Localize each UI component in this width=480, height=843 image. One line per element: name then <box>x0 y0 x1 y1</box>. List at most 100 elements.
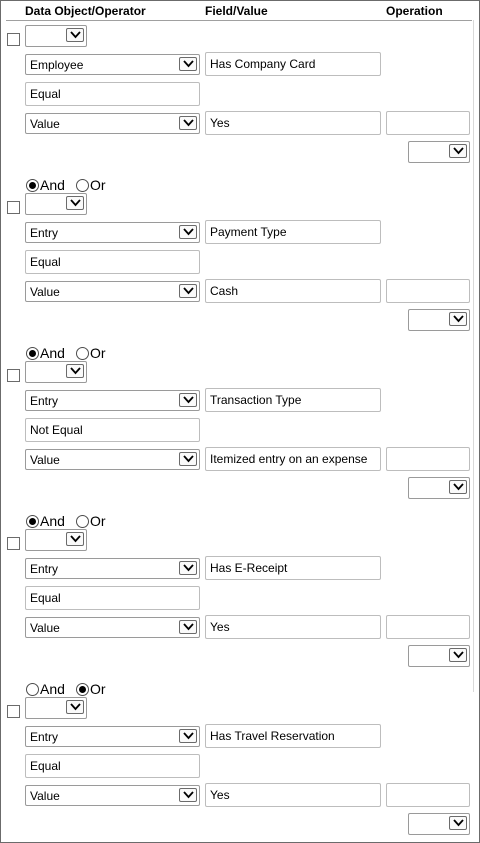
connector-or-label[interactable]: Or <box>90 681 106 697</box>
value-input[interactable]: Itemized entry on an expense <box>205 447 381 471</box>
header-divider <box>6 20 472 21</box>
row-select-checkbox[interactable] <box>7 201 20 214</box>
connector-and-label[interactable]: And <box>40 513 65 529</box>
operator-value: Equal <box>30 759 61 773</box>
chevron-down-icon[interactable] <box>449 144 467 158</box>
data-object-value: Entry <box>30 562 59 576</box>
data-object-dropdown[interactable]: Entry <box>25 558 200 579</box>
radio-selected-dot <box>29 350 36 357</box>
chevron-down-icon[interactable] <box>449 816 467 830</box>
value-type-dropdown[interactable]: Value <box>25 785 200 806</box>
group-dropdown[interactable] <box>25 193 87 215</box>
chevron-down-icon[interactable] <box>179 561 197 575</box>
value-type-dropdown[interactable]: Value <box>25 281 200 302</box>
operator-value: Not Equal <box>30 423 83 437</box>
chevron-down-icon[interactable] <box>179 284 197 298</box>
operation-dropdown[interactable] <box>408 645 470 667</box>
connector-and-radio[interactable] <box>26 683 39 696</box>
value-type-dropdown[interactable]: Value <box>25 449 200 470</box>
operator-field[interactable]: Not Equal <box>25 418 200 442</box>
value-input[interactable]: Yes <box>205 783 381 807</box>
operation-input[interactable] <box>386 615 470 639</box>
field-value: Payment Type <box>210 225 287 239</box>
data-object-dropdown[interactable]: Entry <box>25 726 200 747</box>
connector-or-label[interactable]: Or <box>90 513 106 529</box>
data-object-value: Entry <box>30 226 59 240</box>
operation-input[interactable] <box>386 447 470 471</box>
chevron-down-icon[interactable] <box>449 648 467 662</box>
operation-dropdown[interactable] <box>408 477 470 499</box>
value-input[interactable]: Yes <box>205 111 381 135</box>
field-value: Has E-Receipt <box>210 561 288 575</box>
chevron-down-icon[interactable] <box>179 788 197 802</box>
chevron-down-icon[interactable] <box>179 620 197 634</box>
chevron-down-icon[interactable] <box>449 480 467 494</box>
operator-field[interactable]: Equal <box>25 250 200 274</box>
connector-and-label[interactable]: And <box>40 177 65 193</box>
row-select-checkbox[interactable] <box>7 537 20 550</box>
chevron-down-icon[interactable] <box>66 196 84 210</box>
connector-and-label[interactable]: And <box>40 681 65 697</box>
chevron-down-icon[interactable] <box>179 225 197 239</box>
chevron-down-icon[interactable] <box>66 364 84 378</box>
value-type-value: Value <box>30 453 60 467</box>
connector-or-radio[interactable] <box>76 683 89 696</box>
header-data-object-operator: Data Object/Operator <box>25 4 146 18</box>
value-text: Yes <box>210 116 230 130</box>
connector-and-radio[interactable] <box>26 347 39 360</box>
operator-value: Equal <box>30 87 61 101</box>
operator-field[interactable]: Equal <box>25 82 200 106</box>
header-field-value: Field/Value <box>205 4 268 18</box>
value-type-value: Value <box>30 789 60 803</box>
data-object-dropdown[interactable]: Entry <box>25 390 200 411</box>
operation-dropdown[interactable] <box>408 141 470 163</box>
chevron-down-icon[interactable] <box>179 729 197 743</box>
connector-and-label[interactable]: And <box>40 345 65 361</box>
connector-or-label[interactable]: Or <box>90 177 106 193</box>
chevron-down-icon[interactable] <box>66 700 84 714</box>
field-input[interactable]: Payment Type <box>205 220 381 244</box>
connector-or-radio[interactable] <box>76 515 89 528</box>
row-select-checkbox[interactable] <box>7 705 20 718</box>
group-dropdown[interactable] <box>25 697 87 719</box>
radio-selected-dot <box>79 686 86 693</box>
operation-dropdown[interactable] <box>408 813 470 835</box>
data-object-dropdown[interactable]: Entry <box>25 222 200 243</box>
chevron-down-icon[interactable] <box>179 57 197 71</box>
chevron-down-icon[interactable] <box>66 532 84 546</box>
group-dropdown[interactable] <box>25 529 87 551</box>
connector-and-radio[interactable] <box>26 179 39 192</box>
connector-or-label[interactable]: Or <box>90 345 106 361</box>
operation-input[interactable] <box>386 783 470 807</box>
operation-input[interactable] <box>386 279 470 303</box>
value-text: Yes <box>210 788 230 802</box>
operation-input[interactable] <box>386 111 470 135</box>
row-select-checkbox[interactable] <box>7 369 20 382</box>
value-type-value: Value <box>30 285 60 299</box>
value-input[interactable]: Yes <box>205 615 381 639</box>
value-type-value: Value <box>30 117 60 131</box>
row-select-checkbox[interactable] <box>7 33 20 46</box>
field-input[interactable]: Has Company Card <box>205 52 381 76</box>
connector-or-radio[interactable] <box>76 347 89 360</box>
chevron-down-icon[interactable] <box>449 312 467 326</box>
data-object-dropdown[interactable]: Employee <box>25 54 200 75</box>
value-input[interactable]: Cash <box>205 279 381 303</box>
group-dropdown[interactable] <box>25 361 87 383</box>
operator-field[interactable]: Equal <box>25 586 200 610</box>
group-dropdown[interactable] <box>25 25 87 47</box>
chevron-down-icon[interactable] <box>179 452 197 466</box>
field-input[interactable]: Has Travel Reservation <box>205 724 381 748</box>
field-input[interactable]: Has E-Receipt <box>205 556 381 580</box>
chevron-down-icon[interactable] <box>179 393 197 407</box>
operator-field[interactable]: Equal <box>25 754 200 778</box>
chevron-down-icon[interactable] <box>179 116 197 130</box>
chevron-down-icon[interactable] <box>66 28 84 42</box>
connector-and-radio[interactable] <box>26 515 39 528</box>
operation-dropdown[interactable] <box>408 309 470 331</box>
value-type-dropdown[interactable]: Value <box>25 617 200 638</box>
field-value: Has Company Card <box>210 57 316 71</box>
field-input[interactable]: Transaction Type <box>205 388 381 412</box>
value-type-dropdown[interactable]: Value <box>25 113 200 134</box>
connector-or-radio[interactable] <box>76 179 89 192</box>
